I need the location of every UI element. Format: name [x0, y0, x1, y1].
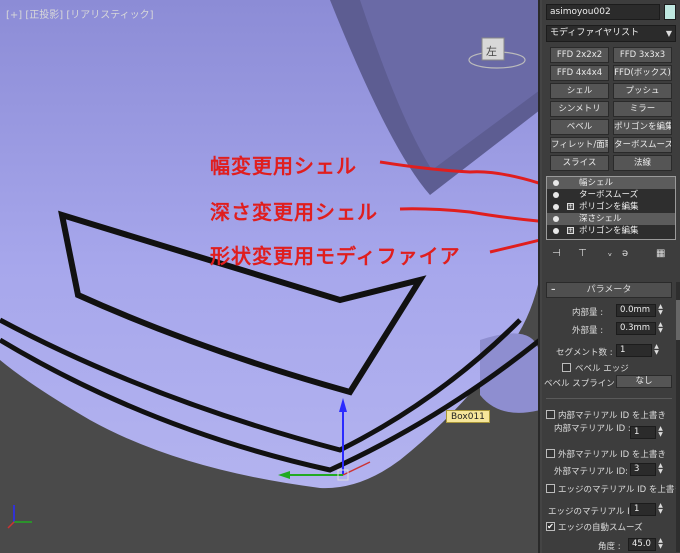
lightbulb-icon[interactable] [553, 216, 559, 222]
chevron-down-icon: ▼ [665, 29, 672, 38]
stack-item-label: ターボスムーズ [579, 190, 639, 200]
modifier-button[interactable]: ベベル [550, 119, 609, 135]
viewport-label[interactable]: [+] [正投影] [リアリスティック] [6, 6, 154, 21]
inner-amount-label: 内部量 : [572, 308, 604, 318]
divider [546, 398, 672, 399]
lightbulb-icon[interactable] [553, 228, 559, 234]
override-outer-label: 外部マテリアル ID を上書き [558, 450, 666, 460]
lightbulb-icon[interactable] [553, 180, 559, 186]
inner-mat-field[interactable]: 1 [630, 426, 656, 439]
modifier-button[interactable]: FFD 2x2x2 [550, 47, 609, 63]
angle-field[interactable]: 45.0 [628, 538, 656, 551]
outer-mat-field[interactable]: 3 [630, 463, 656, 476]
make-unique-icon[interactable]: ᵥ [608, 248, 612, 259]
bevel-edge-checkbox[interactable] [562, 363, 571, 372]
stack-item-label: 深さシェル [579, 214, 622, 224]
edge-mat-label: エッジのマテリアル ID : [548, 507, 642, 517]
lightbulb-icon[interactable] [553, 204, 559, 210]
outer-mat-spinner[interactable]: ▲ ▼ [657, 463, 664, 476]
lightbulb-icon[interactable] [553, 192, 559, 198]
stack-item[interactable]: 深さシェル [547, 213, 675, 225]
viewcube-face-label: 左 [486, 45, 497, 58]
inner-mat-label: 内部マテリアル ID : [554, 424, 631, 434]
configure-sets-icon[interactable]: ▦ [656, 248, 665, 259]
modifier-button[interactable]: シェル [550, 83, 609, 99]
override-inner-checkbox[interactable] [546, 410, 555, 419]
modifier-list-label: モディファイヤリスト [550, 28, 640, 38]
world-axis-x [7, 521, 15, 529]
modifier-button[interactable]: ポリゴンを編集 [613, 119, 672, 135]
pin-stack-icon[interactable]: ⊣ [552, 248, 561, 259]
modifier-button[interactable]: スライス [550, 155, 609, 171]
stack-item[interactable]: + ポリゴンを編集 [547, 201, 675, 213]
segments-spinner[interactable]: ▲ ▼ [653, 344, 660, 357]
stack-item-label: 幅シェル [579, 178, 614, 188]
override-outer-checkbox[interactable] [546, 449, 555, 458]
modifier-list-dropdown[interactable]: モディファイヤリスト ▼ [546, 25, 676, 42]
show-end-result-icon[interactable]: ⊤ [578, 248, 587, 259]
edge-mat-field[interactable]: 1 [630, 503, 656, 516]
modifier-button[interactable]: 法線 [613, 155, 672, 171]
stack-item-label: ポリゴンを編集 [579, 202, 639, 212]
object-color-swatch[interactable] [664, 4, 676, 20]
edge-mat-spinner[interactable]: ▲ ▼ [657, 503, 664, 516]
inner-mat-spinner[interactable]: ▲ ▼ [657, 426, 664, 439]
object-tooltip: Box011 [446, 410, 490, 423]
bevel-edge-label: ベベル エッジ [575, 364, 629, 374]
auto-smooth-checkbox[interactable]: ✔ [546, 522, 555, 531]
modifier-button[interactable]: ターボスムーズ [613, 137, 672, 153]
outer-amount-spinner[interactable]: ▲ ▼ [657, 322, 664, 335]
inner-amount-spinner[interactable]: ▲ ▼ [657, 304, 664, 317]
stack-item[interactable]: ターボスムーズ [547, 189, 675, 201]
bevel-spline-button[interactable]: なし [616, 375, 672, 388]
stack-item[interactable]: + ポリゴンを編集 [547, 225, 675, 237]
modifier-button[interactable]: シンメトリ [550, 101, 609, 117]
outer-amount-field[interactable]: 0.3mm [616, 322, 656, 335]
annotation-depth-shell: 深さ変更用シェル [210, 200, 378, 224]
stack-item[interactable]: 幅シェル [547, 177, 675, 189]
bevel-spline-label: ベベル スプライン : [544, 379, 621, 389]
annotation-shape-modifier: 形状変更用モディファイア [210, 244, 461, 268]
angle-spinner[interactable]: ▲ ▼ [657, 538, 664, 551]
modifier-button[interactable]: FFD 4x4x4 [550, 65, 609, 81]
viewport[interactable]: 左 [+] [正投影] [リアリスティック] Box011 幅変更用シェル 深さ… [0, 0, 540, 553]
annotation-width-shell: 幅変更用シェル [210, 154, 357, 178]
segments-field[interactable]: 1 [616, 344, 652, 357]
parameters-rollout-header[interactable]: – パラメータ [546, 282, 672, 298]
angle-label: 角度 : [598, 542, 621, 552]
modifier-button[interactable]: プッシュ [613, 83, 672, 99]
modifier-button[interactable]: フィレット/面取り [550, 137, 609, 153]
override-inner-label: 内部マテリアル ID を上書き [558, 411, 666, 421]
object-name-field[interactable]: asimoyou002 [546, 4, 660, 20]
modifier-button[interactable]: FFD(ボックス) [613, 65, 672, 81]
outer-mat-label: 外部マテリアル ID: [554, 467, 629, 477]
rollout-title: パラメータ [586, 285, 632, 295]
segments-label: セグメント数 : [556, 348, 613, 358]
expand-icon[interactable]: + [567, 227, 574, 234]
override-edge-label: エッジのマテリアル ID を上書き [558, 485, 680, 495]
modifier-button[interactable]: ミラー [613, 101, 672, 117]
expand-icon[interactable]: + [567, 203, 574, 210]
command-panel: asimoyou002 モディファイヤリスト ▼ FFD 2x2x2 FFD 3x… [542, 0, 680, 553]
outer-amount-label: 外部量 : [572, 326, 604, 336]
remove-modifier-icon[interactable]: ǝ [622, 248, 628, 259]
override-edge-checkbox[interactable] [546, 484, 555, 493]
scene-render[interactable]: 左 [0, 0, 540, 553]
auto-smooth-label: エッジの自動スムーズ [558, 523, 643, 533]
modifier-stack[interactable]: 幅シェルターボスムーズ + ポリゴンを編集 深さシェル + ポリゴンを編集 [546, 176, 676, 240]
inner-amount-field[interactable]: 0.0mm [616, 304, 656, 317]
stack-toolbar: ⊣ ⊤ ᵥ ǝ ▦ [550, 248, 676, 264]
panel-scroll-thumb[interactable] [676, 300, 680, 340]
modifier-button-set: FFD 2x2x2 FFD 3x3x3 FFD 4x4x4 FFD(ボックス) シェルプ… [550, 47, 672, 171]
modifier-button[interactable]: FFD 3x3x3 [613, 47, 672, 63]
stack-item-label: ポリゴンを編集 [579, 226, 639, 236]
